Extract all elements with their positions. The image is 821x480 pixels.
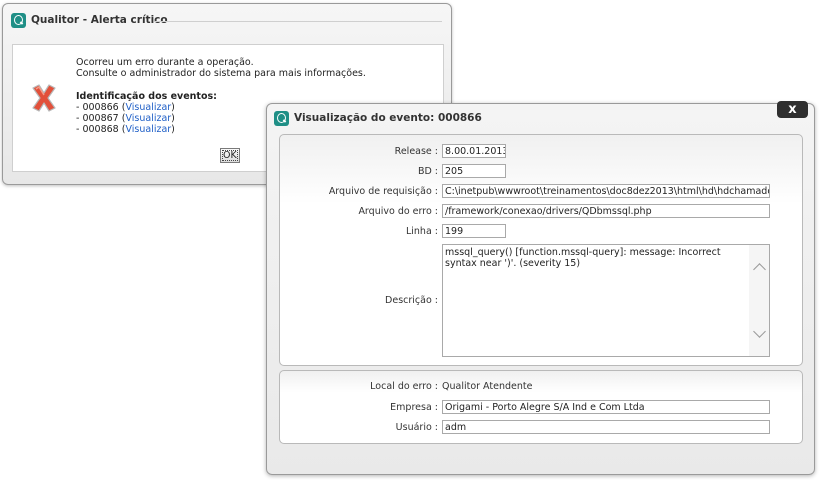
- error-x-icon: [32, 84, 56, 112]
- alert-message: Ocorreu um erro durante a operação. Cons…: [76, 57, 366, 79]
- company-label: Empresa :: [390, 402, 438, 413]
- company-field[interactable]: Origami - Porto Alegre S/A Ind e Com Ltd…: [442, 400, 770, 414]
- view-event-link[interactable]: Visualizar: [125, 102, 171, 113]
- error-file-label: Arquivo do erro :: [358, 206, 438, 217]
- description-text: mssql_query() [function.mssql-query]: me…: [445, 247, 721, 269]
- error-location-label: Local do erro :: [370, 381, 438, 392]
- view-event-link[interactable]: Visualizar: [125, 113, 171, 124]
- list-item: - 000868 (Visualizar): [76, 124, 175, 135]
- line-field[interactable]: 199: [442, 224, 506, 238]
- user-field[interactable]: adm: [442, 420, 770, 434]
- view-event-link[interactable]: Visualizar: [125, 124, 171, 135]
- event-view-title: Visualização do evento: 000866: [294, 112, 482, 124]
- event-code: - 000868: [76, 124, 119, 135]
- error-file-field[interactable]: /framework/conexao/drivers/QDbmssql.php: [442, 204, 770, 218]
- user-label: Usuário :: [395, 422, 438, 433]
- title-divider: [154, 21, 442, 22]
- request-file-field[interactable]: C:\inetpub\wwwroot\treinamentos\doc8dez2…: [442, 184, 770, 198]
- ok-button[interactable]: OK: [220, 148, 240, 163]
- bd-field[interactable]: 205: [442, 164, 506, 178]
- request-file-label: Arquivo de requisição :: [328, 186, 438, 197]
- release-label: Release :: [394, 146, 438, 157]
- events-list: - 000866 (Visualizar) - 000867 (Visualiz…: [76, 102, 175, 135]
- alert-message-line2: Consulte o administrador do sistema para…: [76, 68, 366, 79]
- line-label: Linha :: [405, 226, 438, 237]
- alert-message-line1: Ocorreu um erro durante a operação.: [76, 57, 254, 68]
- qualitor-q-icon: [11, 13, 26, 28]
- event-context-panel: Local do erro : Qualitor Atendente Empre…: [279, 370, 803, 444]
- event-code: - 000866: [76, 102, 119, 113]
- event-code: - 000867: [76, 113, 119, 124]
- release-field[interactable]: 8.00.01.2013: [442, 144, 506, 158]
- alert-title: Qualitor - Alerta crítico: [31, 14, 168, 26]
- events-title: Identificação dos eventos:: [76, 91, 217, 102]
- error-location-value: Qualitor Atendente: [442, 381, 533, 392]
- alert-titlebar[interactable]: Qualitor - Alerta crítico: [8, 10, 446, 32]
- description-textarea[interactable]: mssql_query() [function.mssql-query]: me…: [442, 244, 770, 357]
- event-details-panel: Release : 8.00.01.2013 BD : 205 Arquivo …: [279, 134, 803, 366]
- description-scrollbar[interactable]: [749, 245, 769, 356]
- qualitor-q-icon: [274, 111, 289, 126]
- close-icon: x: [788, 102, 797, 117]
- description-label: Descrição :: [385, 295, 438, 306]
- event-view-dialog: Visualização do evento: 000866 x Release…: [266, 101, 815, 475]
- list-item: - 000866 (Visualizar): [76, 102, 175, 113]
- list-item: - 000867 (Visualizar): [76, 113, 175, 124]
- scroll-up-icon[interactable]: [753, 263, 766, 276]
- scroll-down-icon[interactable]: [753, 325, 766, 338]
- close-button[interactable]: x: [777, 101, 808, 118]
- bd-label: BD :: [417, 166, 438, 177]
